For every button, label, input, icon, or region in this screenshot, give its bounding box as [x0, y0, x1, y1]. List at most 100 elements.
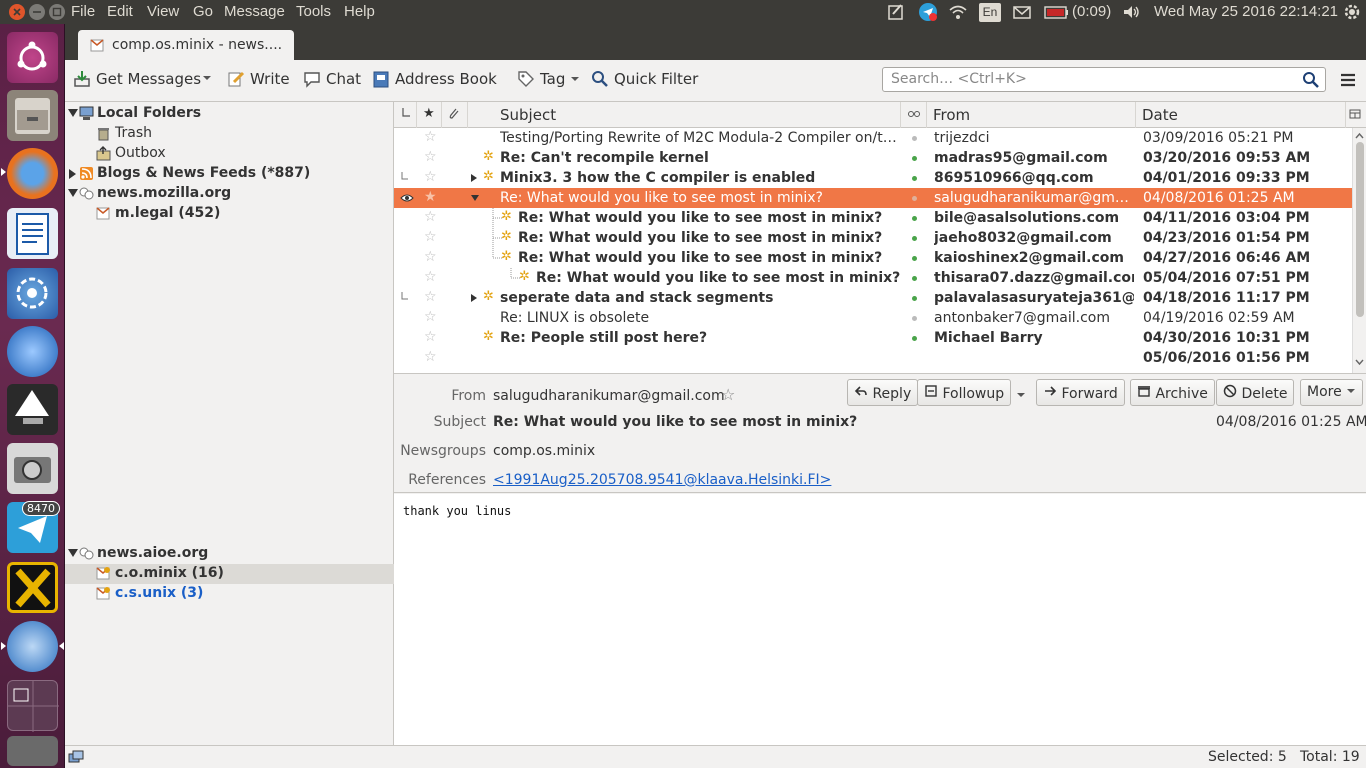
forward-button[interactable]: Forward: [1036, 379, 1125, 406]
menu-edit[interactable]: Edit: [107, 3, 133, 20]
delete-button[interactable]: Delete: [1216, 379, 1295, 406]
files-app-icon[interactable]: [7, 90, 58, 141]
quick-filter-button[interactable]: Quick Filter: [591, 70, 698, 88]
maximize-window-button[interactable]: [49, 4, 65, 20]
clock[interactable]: Wed May 25 2016 22:14:21: [1154, 3, 1338, 20]
message-row[interactable]: ☆ ✲ Re: What would you like to see most …: [394, 248, 1352, 268]
writer-icon[interactable]: [7, 208, 58, 259]
thread-column-header[interactable]: [394, 102, 417, 128]
online-status-icon[interactable]: [68, 750, 84, 768]
message-row[interactable]: ☆ Testing/Porting Rewrite of M2C Modula-…: [394, 128, 1352, 148]
message-row[interactable]: ☆ ✲ Re: What would you like to see most …: [394, 228, 1352, 248]
folder-news-aioe[interactable]: news.aioe.org: [65, 544, 394, 564]
camera-app-icon[interactable]: [7, 443, 58, 494]
minimize-window-button[interactable]: [29, 4, 45, 20]
browser-globe-icon[interactable]: [7, 326, 58, 377]
menu-message[interactable]: Message: [224, 3, 285, 20]
expanded-twisty-icon[interactable]: [68, 189, 78, 197]
message-row[interactable]: ☆ Re: LINUX is obsolete antonbaker7@gmai…: [394, 308, 1352, 328]
scroll-down-icon[interactable]: [1353, 356, 1366, 368]
unread-dot-icon[interactable]: [912, 256, 917, 261]
from-value[interactable]: salugudharanikumar@gmail.com: [493, 388, 725, 404]
tab-comp-os-minix[interactable]: comp.os.minix - news....: [78, 30, 294, 60]
message-row[interactable]: ☆ ✲ Minix3. 3 how the C compiler is enab…: [394, 168, 1352, 188]
get-messages-button[interactable]: Get Messages: [73, 70, 201, 88]
star-contact-icon[interactable]: ☆: [721, 385, 735, 404]
star-icon[interactable]: ☆: [424, 229, 437, 245]
expanded-twisty-icon[interactable]: [68, 549, 78, 557]
scroll-up-icon[interactable]: [1353, 130, 1366, 142]
unread-dot-icon[interactable]: [912, 216, 917, 221]
read-dot-icon[interactable]: [912, 196, 917, 201]
star-icon[interactable]: ☆: [424, 289, 437, 305]
message-row-selected[interactable]: ★ Re: What would you like to see most in…: [394, 188, 1352, 208]
star-icon[interactable]: ☆: [424, 149, 437, 165]
message-row[interactable]: ☆ ✲ Re: Can't recompile kernel madras95@…: [394, 148, 1352, 168]
message-row[interactable]: ☆ ✲ Re: People still post here? Michael …: [394, 328, 1352, 348]
followup-dropdown-button[interactable]: [1016, 388, 1026, 404]
references-link[interactable]: <1991Aug25.205708.9541@klaava.Helsinki.F…: [493, 472, 831, 488]
attachment-column-header[interactable]: [442, 102, 468, 128]
folder-local-folders[interactable]: Local Folders: [65, 104, 394, 124]
star-column-header[interactable]: ★: [417, 102, 442, 128]
star-icon[interactable]: ★: [424, 189, 437, 205]
message-row[interactable]: ☆ ✲ Re: What would you like to see most …: [394, 208, 1352, 228]
unread-dot-icon[interactable]: [912, 176, 917, 181]
menu-view[interactable]: View: [147, 3, 179, 20]
menu-file[interactable]: File: [71, 3, 95, 20]
unread-dot-icon[interactable]: [912, 296, 917, 301]
close-window-button[interactable]: [9, 4, 25, 20]
folder-c-o-minix[interactable]: c.o.minix (16): [65, 564, 394, 584]
star-icon[interactable]: ☆: [424, 129, 437, 145]
newsgroups-value[interactable]: comp.os.minix: [493, 443, 595, 459]
archive-button[interactable]: Archive: [1130, 379, 1215, 406]
star-icon[interactable]: ☆: [424, 329, 437, 345]
app-menu-button[interactable]: [1339, 71, 1357, 93]
thread-collapsed-twisty-icon[interactable]: [471, 174, 477, 182]
unread-dot-icon[interactable]: [912, 336, 917, 341]
menu-go[interactable]: Go: [193, 3, 213, 20]
thread-collapsed-twisty-icon[interactable]: [471, 294, 477, 302]
folder-trash[interactable]: Trash: [65, 124, 394, 144]
star-icon[interactable]: ☆: [424, 249, 437, 265]
message-list[interactable]: ☆ Testing/Porting Rewrite of M2C Modula-…: [394, 128, 1366, 373]
unread-dot-icon[interactable]: [912, 236, 917, 241]
mail-indicator-icon[interactable]: [1012, 2, 1032, 22]
unread-dot-icon[interactable]: [912, 156, 917, 161]
thread-expanded-twisty-icon[interactable]: [471, 195, 479, 201]
wifi-icon[interactable]: [948, 2, 968, 22]
scrollbar-thumb[interactable]: [1356, 142, 1364, 317]
xmind-icon[interactable]: [7, 562, 58, 613]
trash-launcher-icon[interactable]: [7, 736, 58, 766]
read-dot-icon[interactable]: [912, 316, 917, 321]
star-icon[interactable]: ☆: [424, 209, 437, 225]
battery-icon[interactable]: [1044, 2, 1070, 22]
message-row[interactable]: ☆ ✲ Re: What would you like to see most …: [394, 268, 1352, 288]
star-icon[interactable]: ☆: [424, 309, 437, 325]
folder-c-s-unix[interactable]: c.s.unix (3): [65, 584, 394, 604]
date-column-header[interactable]: Date: [1136, 102, 1346, 128]
unread-dot-icon[interactable]: [912, 276, 917, 281]
folder-news-mozilla[interactable]: news.mozilla.org: [65, 184, 394, 204]
folder-outbox[interactable]: Outbox: [65, 144, 394, 164]
folder-blogs-news-feeds[interactable]: Blogs & News Feeds (*887): [65, 164, 394, 184]
chat-button[interactable]: Chat: [303, 70, 361, 88]
from-column-header[interactable]: From: [927, 102, 1136, 128]
reply-button[interactable]: Reply: [847, 379, 919, 406]
inkscape-icon[interactable]: [7, 384, 58, 435]
folder-m-legal[interactable]: m.legal (452): [65, 204, 394, 224]
thunderbird-icon[interactable]: [7, 621, 58, 672]
system-gear-icon[interactable]: [1342, 2, 1362, 22]
star-icon[interactable]: ☆: [424, 349, 437, 365]
more-button[interactable]: More: [1300, 379, 1364, 406]
keyboard-layout-indicator[interactable]: En: [979, 3, 1001, 22]
message-list-scrollbar[interactable]: [1352, 128, 1366, 373]
subject-column-header[interactable]: Subject: [468, 102, 901, 128]
read-status-column-header[interactable]: [901, 102, 927, 128]
read-dot-icon[interactable]: [912, 136, 917, 141]
write-button[interactable]: Write: [227, 70, 290, 88]
column-picker[interactable]: [1346, 102, 1366, 128]
followup-button[interactable]: Followup: [917, 379, 1012, 406]
star-icon[interactable]: ☆: [424, 169, 437, 185]
search-input[interactable]: Search… <Ctrl+K>: [882, 67, 1326, 92]
